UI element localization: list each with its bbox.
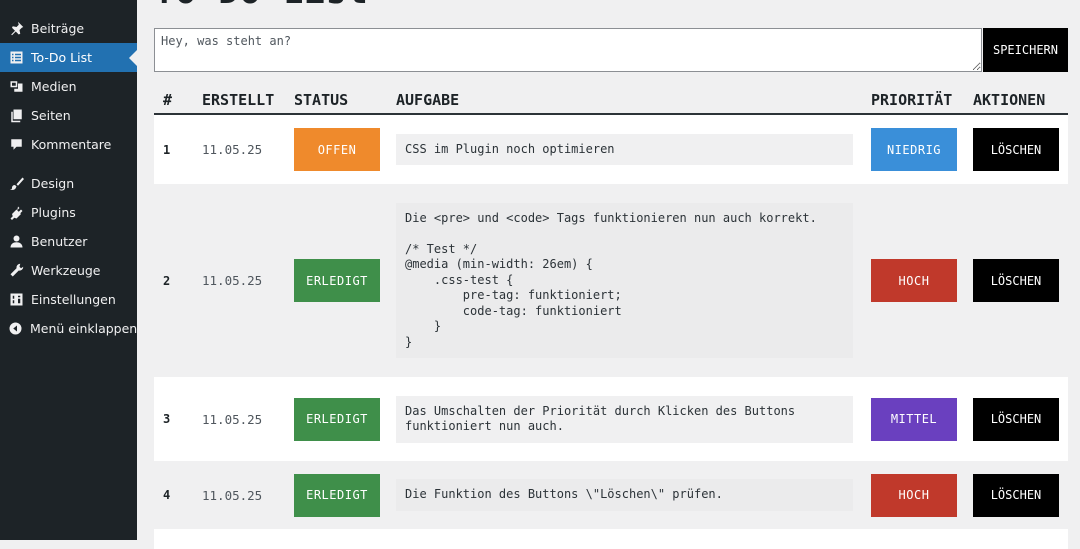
delete-button[interactable]: LÖSCHEN bbox=[973, 259, 1059, 302]
sidebar-item-label: Kommentare bbox=[31, 137, 112, 152]
priority-toggle-button[interactable]: HOCH bbox=[871, 259, 957, 302]
delete-button[interactable]: LÖSCHEN bbox=[973, 397, 1059, 441]
row-created-date: 11.05.25 bbox=[202, 142, 263, 157]
table-row: 3 11.05.25 ERLEDIGT Das Umschalten der P… bbox=[154, 377, 1068, 461]
column-header-actions: AKTIONEN bbox=[973, 91, 1046, 109]
row-number: 3 bbox=[163, 412, 171, 426]
sidebar-item-beitraege[interactable]: Beiträge bbox=[0, 14, 137, 43]
column-header-priority: PRIORITÄT bbox=[871, 91, 953, 109]
table-row: 1 11.05.25 OFFEN CSS im Plugin noch opti… bbox=[154, 115, 1068, 184]
sidebar-item-label: Beiträge bbox=[31, 21, 85, 36]
status-toggle-button[interactable]: ERLEDIGT bbox=[294, 259, 380, 302]
comment-icon bbox=[8, 137, 24, 153]
sidebar-item-label: Benutzer bbox=[31, 234, 88, 249]
priority-toggle-button[interactable]: MITTEL bbox=[871, 397, 957, 441]
table-row bbox=[154, 529, 1068, 549]
row-number: 2 bbox=[163, 273, 171, 288]
task-text: Das Umschalten der Priorität durch Klick… bbox=[396, 395, 853, 443]
pin-icon bbox=[8, 21, 24, 37]
brush-icon bbox=[8, 176, 24, 192]
column-header-number: # bbox=[163, 91, 173, 109]
row-created-date: 11.05.25 bbox=[202, 487, 263, 503]
task-text: Die Funktion des Buttons \"Löschen\" prü… bbox=[396, 479, 853, 511]
row-created-date: 11.05.25 bbox=[202, 273, 263, 288]
admin-menu: Beiträge To-Do List Medien Seiten Kommen… bbox=[0, 0, 137, 343]
plug-icon bbox=[8, 205, 24, 221]
delete-button[interactable]: LÖSCHEN bbox=[973, 473, 1059, 517]
column-header-created: ERSTELLT bbox=[202, 91, 275, 109]
status-toggle-button[interactable]: ERLEDIGT bbox=[294, 473, 380, 517]
wrench-icon bbox=[8, 263, 24, 279]
admin-sidebar: Beiträge To-Do List Medien Seiten Kommen… bbox=[0, 0, 137, 540]
task-text: CSS im Plugin noch optimieren bbox=[396, 133, 853, 166]
sidebar-item-label: Medien bbox=[31, 79, 77, 94]
sidebar-item-label: Werkzeuge bbox=[31, 263, 101, 278]
todo-table: # ERSTELLT STATUS AUFGABE PRIORITÄT AKTI… bbox=[154, 87, 1068, 549]
pages-icon bbox=[8, 108, 24, 124]
status-toggle-button[interactable]: ERLEDIGT bbox=[294, 397, 380, 441]
sidebar-item-label: Menü einklappen bbox=[30, 321, 138, 336]
table-row: 4 11.05.25 ERLEDIGT Die Funktion des But… bbox=[154, 461, 1068, 529]
column-header-task: AUFGABE bbox=[396, 91, 460, 109]
column-header-status: STATUS bbox=[294, 91, 349, 109]
new-task-input[interactable] bbox=[154, 28, 982, 72]
sidebar-item-benutzer[interactable]: Benutzer bbox=[0, 227, 137, 256]
task-text: Die <pre> und <code> Tags funktionieren … bbox=[396, 202, 853, 359]
priority-toggle-button[interactable]: HOCH bbox=[871, 473, 957, 517]
row-number: 4 bbox=[163, 488, 171, 502]
table-header: # ERSTELLT STATUS AUFGABE PRIORITÄT AKTI… bbox=[154, 87, 1068, 115]
delete-button[interactable]: LÖSCHEN bbox=[973, 128, 1059, 171]
sidebar-item-seiten[interactable]: Seiten bbox=[0, 101, 137, 130]
save-button[interactable]: SPEICHERN bbox=[983, 28, 1068, 72]
sidebar-item-label: To-Do List bbox=[31, 50, 92, 65]
sidebar-item-collapse-menu[interactable]: Menü einklappen bbox=[0, 314, 137, 343]
priority-toggle-button[interactable]: NIEDRIG bbox=[871, 128, 957, 171]
sidebar-item-einstellungen[interactable]: Einstellungen bbox=[0, 285, 137, 314]
new-task-form: SPEICHERN bbox=[154, 28, 1068, 72]
page-title: To-Do List bbox=[154, 0, 369, 12]
sidebar-item-todo-list[interactable]: To-Do List bbox=[0, 43, 137, 72]
sidebar-item-label: Plugins bbox=[31, 205, 76, 220]
row-number: 1 bbox=[163, 142, 171, 157]
table-row: 2 11.05.25 ERLEDIGT Die <pre> und <code>… bbox=[154, 184, 1068, 377]
status-toggle-button[interactable]: OFFEN bbox=[294, 128, 380, 171]
user-icon bbox=[8, 234, 24, 250]
list-icon bbox=[8, 50, 24, 66]
sidebar-item-design[interactable]: Design bbox=[0, 169, 137, 198]
sidebar-item-label: Seiten bbox=[31, 108, 71, 123]
collapse-icon bbox=[8, 321, 23, 337]
sidebar-item-label: Einstellungen bbox=[31, 292, 116, 307]
sidebar-item-medien[interactable]: Medien bbox=[0, 72, 137, 101]
sidebar-item-label: Design bbox=[31, 176, 75, 191]
sidebar-item-werkzeuge[interactable]: Werkzeuge bbox=[0, 256, 137, 285]
sidebar-item-kommentare[interactable]: Kommentare bbox=[0, 130, 137, 159]
sliders-icon bbox=[8, 292, 24, 308]
sidebar-item-plugins[interactable]: Plugins bbox=[0, 198, 137, 227]
media-icon bbox=[8, 79, 24, 95]
row-created-date: 11.05.25 bbox=[202, 411, 263, 427]
